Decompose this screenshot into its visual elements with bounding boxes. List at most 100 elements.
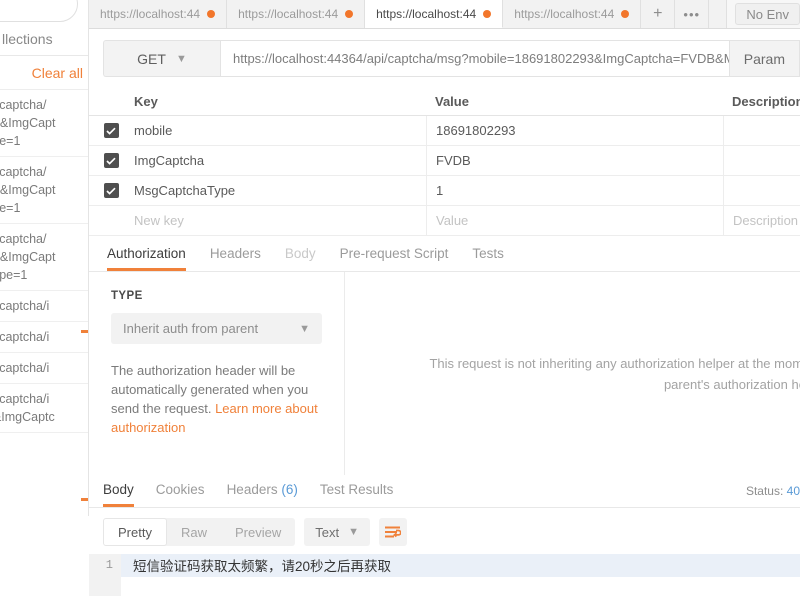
new-description-input[interactable]: Description — [723, 205, 800, 236]
unsaved-indicator-icon — [207, 10, 216, 18]
new-param-row[interactable]: New key Value Description — [89, 205, 800, 236]
view-mode-raw[interactable]: Raw — [167, 518, 221, 546]
header-description: Description — [732, 94, 800, 109]
history-sidebar: llections Clear all pi/captcha/93&ImgCap… — [0, 0, 89, 516]
request-tab[interactable]: https://localhost:44 — [365, 0, 504, 28]
response-format-dropdown[interactable]: Text ▼ — [304, 518, 370, 546]
param-checkbox[interactable] — [103, 153, 119, 168]
word-wrap-icon[interactable] — [378, 518, 407, 546]
param-value[interactable]: FVDB — [426, 145, 723, 176]
param-checkbox-cell — [89, 153, 133, 168]
url-input[interactable]: https://localhost:44364/api/captcha/msg?… — [220, 40, 730, 77]
param-value[interactable]: 18691802293 — [426, 115, 723, 146]
method-dropdown[interactable]: GET ▼ — [103, 40, 220, 77]
sidebar-collections-tab[interactable]: llections — [0, 22, 88, 56]
request-tab-label: https://localhost:44 — [376, 6, 477, 21]
history-item[interactable]: pi/captcha/93&ImgCapt Type=1 — [0, 224, 88, 291]
history-item-line: 93&ImgCapt — [0, 116, 56, 130]
tab-pre-request-script[interactable]: Pre-request Script — [340, 246, 449, 271]
params-button[interactable]: Param — [729, 40, 800, 77]
history-item[interactable]: pi/captcha/i — [0, 322, 88, 353]
history-item-line: pi/captcha/ — [0, 165, 47, 179]
history-active-marker-1 — [81, 330, 88, 333]
history-item[interactable]: pi/captcha/i — [0, 353, 88, 384]
history-item-line: pi/captcha/i — [0, 299, 50, 313]
auth-type-label: TYPE — [111, 290, 143, 302]
history-item[interactable]: pi/captcha/93&ImgCapt ype=1 — [0, 157, 88, 224]
response-tab-label: Body — [103, 482, 134, 497]
tab-options-icon[interactable]: ••• — [675, 0, 710, 28]
request-tab-label: https://localhost:44 — [514, 7, 615, 21]
clear-all-button[interactable]: Clear all — [0, 56, 88, 90]
history-item-line: pi/captcha/i — [0, 392, 50, 406]
url-text: https://localhost:44364/api/captcha/msg?… — [233, 51, 730, 66]
auth-inherit-message: This request is not inheriting any autho… — [429, 355, 800, 392]
response-view-mode-group: Pretty Raw Preview — [103, 518, 296, 546]
history-item-line: pi/captcha/ — [0, 98, 47, 112]
status-badge: Status: 40 — [746, 484, 800, 498]
method-label: GET — [137, 50, 166, 67]
view-mode-preview[interactable]: Preview — [221, 518, 295, 546]
chevron-down-icon: ▼ — [175, 52, 187, 65]
environment-selector[interactable]: No Env — [735, 3, 800, 25]
request-tab[interactable]: https://localhost:44 — [89, 0, 228, 28]
chevron-down-icon: ▼ — [348, 526, 359, 538]
params-label: Param — [743, 50, 785, 67]
param-checkbox[interactable] — [103, 183, 119, 198]
table-row[interactable]: ImgCaptcha FVDB — [89, 145, 800, 176]
table-row[interactable]: mobile 18691802293 — [89, 115, 800, 146]
table-header-row: Key Value Description — [89, 88, 800, 116]
new-value-input[interactable]: Value — [426, 205, 723, 236]
response-pane: Body Cookies Headers (6) Test Results Statu… — [89, 475, 800, 603]
response-tab-label: Cookies — [155, 482, 205, 497]
history-item[interactable]: pi/captcha/i 8&ImgCaptc — [0, 384, 88, 433]
param-checkbox-cell — [89, 183, 133, 198]
history-item-line: 93&ImgCapt — [0, 250, 56, 264]
param-description[interactable] — [723, 115, 800, 146]
view-mode-pretty[interactable]: Pretty — [103, 518, 167, 546]
query-params-table: Key Value Description mobile 18691802293 I… — [89, 88, 800, 236]
history-item-line: ype=1 — [0, 201, 21, 215]
table-row[interactable]: MsgCaptchaType 1 — [89, 175, 800, 206]
param-key[interactable]: ImgCaptcha — [133, 153, 426, 168]
request-section-tabs: Authorization Headers Body Pre-request Scri… — [89, 241, 800, 272]
tabbar-spacer — [709, 0, 728, 28]
history-item-line: pi/captcha/ — [0, 232, 47, 246]
history-item[interactable]: pi/captcha/93&ImgCapt ype=1 — [0, 90, 88, 157]
sidebar-rounded-tab[interactable] — [0, 0, 78, 22]
tab-tests[interactable]: Tests — [472, 246, 504, 271]
history-active-marker-2 — [81, 498, 88, 501]
response-tab-cookies[interactable]: Cookies — [156, 482, 205, 507]
auth-type-dropdown[interactable]: Inherit auth from parent ▼ — [111, 313, 322, 344]
request-tab[interactable]: https://localhost:44 — [227, 0, 366, 28]
request-tab-bar: https://localhost:44 https://localhost:44… — [89, 0, 800, 29]
history-item-line: pi/captcha/i — [0, 330, 50, 344]
param-description[interactable] — [723, 175, 800, 206]
new-tab-button[interactable]: + — [641, 0, 676, 28]
history-item-line: 8&ImgCaptc — [0, 410, 55, 424]
response-tab-test-results[interactable]: Test Results — [320, 482, 394, 507]
sidebar-tab-label: llections — [2, 30, 53, 47]
request-tab[interactable]: https://localhost:44 — [503, 0, 642, 28]
param-description[interactable] — [723, 145, 800, 176]
param-checkbox[interactable] — [103, 123, 119, 138]
tab-headers[interactable]: Headers — [210, 246, 261, 271]
tab-body[interactable]: Body — [285, 246, 316, 271]
history-item-line: ype=1 — [0, 134, 21, 148]
line-number-gutter: 1 — [89, 554, 121, 596]
response-format-value: Text — [315, 524, 340, 540]
response-body-line[interactable]: 短信验证码获取太频繁，请20秒之后再获取 — [121, 554, 800, 577]
param-key[interactable]: MsgCaptchaType — [133, 183, 426, 198]
history-item-line: pi/captcha/i — [0, 361, 50, 375]
param-value[interactable]: 1 — [426, 175, 723, 206]
request-tab-label: https://localhost:44 — [100, 7, 201, 21]
response-tab-headers[interactable]: Headers (6) — [227, 482, 298, 507]
tab-authorization[interactable]: Authorization — [107, 246, 186, 271]
history-list: pi/captcha/93&ImgCapt ype=1 pi/captcha/93&… — [0, 90, 88, 433]
history-item[interactable]: pi/captcha/i — [0, 291, 88, 322]
response-tab-label: Test Results — [319, 482, 394, 497]
new-key-input[interactable]: New key — [133, 213, 426, 228]
response-tab-body[interactable]: Body — [103, 482, 134, 507]
url-bar: GET ▼ https://localhost:44364/api/captch… — [89, 29, 800, 88]
param-key[interactable]: mobile — [133, 123, 426, 138]
